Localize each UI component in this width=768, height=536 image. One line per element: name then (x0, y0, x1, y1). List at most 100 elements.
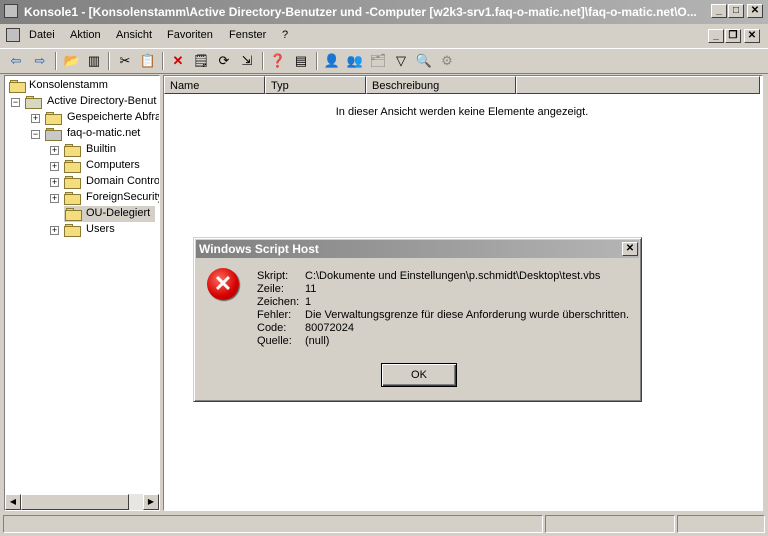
new-user-icon[interactable]: 👤 (323, 52, 341, 70)
folder-icon (64, 224, 81, 237)
paste-icon[interactable]: 📋 (139, 52, 157, 70)
source-label: Quelle: (257, 335, 292, 347)
tree-root-label: Konsolenstamm (29, 79, 108, 91)
window-titlebar[interactable]: Konsole1 - [Konsolenstamm\Active Directo… (0, 0, 768, 24)
code-value: 80072024 (305, 322, 354, 334)
filter-icon[interactable]: ▽ (392, 52, 410, 70)
folder-icon (64, 160, 81, 173)
new-ou-icon[interactable]: 🗂 (369, 52, 387, 70)
tree-item-label: Users (86, 223, 115, 235)
forward-arrow-icon[interactable]: ⇨ (31, 52, 49, 70)
close-button[interactable]: ✕ (747, 4, 763, 18)
status-panel-main (3, 515, 543, 533)
export-list-icon[interactable]: ⇲ (238, 52, 256, 70)
expand-toggle[interactable]: + (50, 226, 59, 235)
back-arrow-icon[interactable]: ⇦ (7, 52, 25, 70)
expand-toggle[interactable]: + (50, 194, 59, 203)
find-icon[interactable]: 🔍 (415, 52, 433, 70)
refresh-icon[interactable]: ⟳ (215, 52, 233, 70)
status-panel (677, 515, 765, 533)
ou-folder-icon (65, 208, 82, 221)
scroll-left-button[interactable]: ◀ (5, 494, 21, 510)
folder-icon (9, 80, 26, 93)
error-value: Die Verwaltungsgrenze für diese Anforder… (305, 309, 630, 321)
tree-horizontal-scrollbar[interactable]: ◀ ▶ (5, 494, 159, 510)
child-close-button[interactable]: ✕ (744, 29, 760, 43)
folder-icon (45, 112, 62, 125)
action-pane-icon[interactable]: ▤ (292, 52, 310, 70)
mmc-app-icon (4, 4, 18, 18)
new-group-icon[interactable]: 👥 (346, 52, 364, 70)
script-value: C:\Dokumente und Einstellungen\p.schmidt… (305, 270, 601, 282)
char-label: Zeichen: (257, 296, 300, 308)
tree-item-label: Domain Contro (86, 175, 160, 187)
status-panel (545, 515, 675, 533)
dialog-title: Windows Script Host (199, 242, 319, 256)
maximize-button[interactable]: □ (728, 4, 744, 18)
add-to-group-icon[interactable]: ⚙ (438, 52, 456, 70)
menu-datei[interactable]: Datei (29, 29, 55, 41)
column-header-name[interactable]: Name (164, 76, 265, 94)
scroll-thumb[interactable] (21, 494, 129, 510)
empty-list-message: In dieser Ansicht werden keine Elemente … (335, 106, 589, 118)
delete-icon[interactable]: ✕ (169, 52, 187, 70)
tree-item-label: Gespeicherte Abfra (67, 111, 160, 123)
up-folder-icon[interactable]: 📂 (63, 52, 81, 70)
expand-toggle[interactable]: + (50, 146, 59, 155)
menu-fenster[interactable]: Fenster (229, 29, 266, 41)
expand-toggle[interactable]: + (31, 114, 40, 123)
script-label: Skript: (257, 270, 289, 282)
tree-item-ou-delegiert[interactable]: OU-Delegiert (64, 206, 155, 222)
folder-icon (64, 144, 81, 157)
cut-icon[interactable]: ✂ (116, 52, 134, 70)
child-restore-button[interactable]: ❐ (725, 29, 741, 43)
error-label: Fehler: (257, 309, 292, 321)
console-tree: Konsolenstamm − Active Directory-Benut +… (4, 75, 160, 511)
error-dialog: Windows Script Host ✕ ✕ Skript: C:\Dokum… (193, 237, 642, 402)
tree-item-label: Computers (86, 159, 140, 171)
help-icon[interactable]: ❓ (269, 52, 287, 70)
error-icon: ✕ (207, 268, 239, 300)
toolbar-separator (108, 52, 110, 70)
menu-favoriten[interactable]: Favoriten (167, 29, 213, 41)
column-header-description[interactable]: Beschreibung (366, 76, 516, 94)
tree-item-label: ForeignSecurity (86, 191, 160, 203)
column-header-type[interactable]: Typ (265, 76, 366, 94)
ou-folder-icon (64, 176, 81, 189)
column-header-filler (516, 76, 760, 94)
toolbar-separator (162, 52, 164, 70)
child-minimize-button[interactable]: _ (708, 29, 724, 43)
toolbar: ⇦ ⇨ 📂 ▥ ✂ 📋 ✕ 🗒 ⟳ ⇲ ❓ ▤ 👤 👥 🗂 ▽ 🔍 ⚙ (0, 48, 768, 74)
menu-bar: Datei Aktion Ansicht Favoriten Fenster ?… (0, 25, 768, 47)
char-value: 1 (305, 296, 312, 308)
minimize-button[interactable]: _ (711, 4, 727, 18)
child-window-icon (6, 28, 20, 42)
toolbar-separator (55, 52, 57, 70)
tree-item-label: faq-o-matic.net (67, 127, 141, 139)
tree-item-label: Builtin (86, 143, 116, 155)
source-value: (null) (305, 335, 330, 347)
ad-snapin-icon (25, 96, 42, 109)
menu-aktion[interactable]: Aktion (70, 29, 101, 41)
status-bar (0, 513, 768, 536)
expand-toggle[interactable]: + (50, 178, 59, 187)
line-value: 11 (305, 283, 317, 295)
collapse-toggle[interactable]: − (11, 98, 20, 107)
collapse-toggle[interactable]: − (31, 130, 40, 139)
toolbar-separator (262, 52, 264, 70)
ok-button[interactable]: OK (381, 363, 457, 387)
scroll-right-button[interactable]: ▶ (143, 494, 159, 510)
dialog-close-button[interactable]: ✕ (622, 242, 638, 256)
dialog-titlebar[interactable]: Windows Script Host ✕ (196, 240, 639, 258)
menu-ansicht[interactable]: Ansicht (116, 29, 152, 41)
window-title: Konsole1 - [Konsolenstamm\Active Directo… (24, 5, 697, 19)
toolbar-separator (316, 52, 318, 70)
domain-icon (45, 128, 62, 141)
menu-help[interactable]: ? (282, 29, 288, 41)
expand-toggle[interactable]: + (50, 162, 59, 171)
properties-icon[interactable]: 🗒 (192, 52, 210, 70)
folder-icon (64, 192, 81, 205)
show-hide-tree-icon[interactable]: ▥ (85, 52, 103, 70)
tree-item-label: Active Directory-Benut (47, 95, 157, 107)
code-label: Code: (257, 322, 287, 334)
